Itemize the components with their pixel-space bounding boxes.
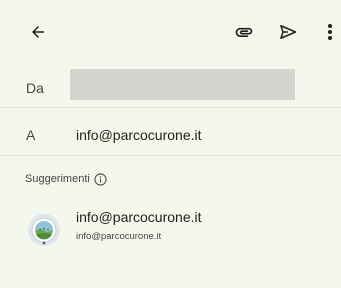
from-label: Da	[26, 80, 44, 96]
info-icon[interactable]	[94, 172, 108, 186]
attach-button[interactable]	[230, 18, 258, 46]
from-row: Da	[0, 64, 341, 108]
to-row: A info@parcocurone.it	[0, 108, 341, 156]
to-input[interactable]: info@parcocurone.it	[76, 127, 202, 143]
suggestion-email: info@parcocurone.it	[76, 231, 162, 242]
suggestions-title: Suggerimenti	[25, 173, 90, 185]
paperclip-icon	[234, 22, 254, 42]
suggestion-name: info@parcocurone.it	[76, 209, 202, 225]
to-label: A	[26, 127, 36, 143]
arrow-left-icon	[29, 23, 47, 41]
send-button[interactable]	[274, 18, 302, 46]
back-button[interactable]	[24, 18, 52, 46]
suggestions-header: Suggerimenti	[25, 170, 108, 188]
from-account-field[interactable]	[70, 69, 295, 100]
more-vert-icon	[327, 23, 333, 41]
compose-screen: Da A info@parcocurone.it Suggerimenti in…	[0, 0, 341, 288]
suggestion-item[interactable]: info@parcocurone.it info@parcocurone.it	[0, 200, 341, 252]
park-logo-avatar	[27, 213, 61, 247]
more-options-button[interactable]	[316, 18, 341, 46]
send-icon	[278, 22, 298, 42]
top-app-bar	[0, 0, 341, 64]
